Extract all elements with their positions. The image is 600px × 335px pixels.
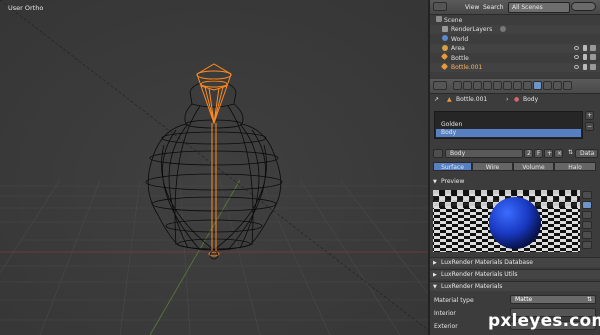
- 3d-viewport[interactable]: User Ortho: [0, 0, 428, 335]
- material-tab-icon[interactable]: [533, 81, 542, 90]
- link-arrows-icon: ⇅: [568, 149, 574, 156]
- lamp-icon: [442, 44, 448, 51]
- outliner-header: View Search All Scenes: [430, 0, 600, 15]
- material-users-count[interactable]: 2: [524, 149, 533, 158]
- watermark-logo: pxleyes.com: [488, 311, 600, 331]
- visibility-eye-icon[interactable]: [574, 64, 579, 69]
- mesh-object-icon: [440, 62, 449, 70]
- collapse-triangle-icon: ▶: [433, 260, 437, 266]
- material-browse-icon[interactable]: [433, 149, 443, 158]
- collapse-triangle-icon: ▶: [433, 272, 437, 278]
- add-slot-button[interactable]: +: [585, 111, 594, 120]
- scene-tab-icon[interactable]: [473, 81, 482, 90]
- physics-tab-icon[interactable]: [563, 81, 572, 90]
- breadcrumb-separator: ›: [506, 96, 509, 103]
- expand-triangle-icon: ▼: [433, 179, 437, 185]
- slot-buttons: + −: [585, 111, 595, 133]
- add-material-button[interactable]: +: [544, 149, 553, 158]
- preview-sphere-button[interactable]: [582, 201, 592, 209]
- render-camera-icon[interactable]: [590, 54, 596, 60]
- properties-panel: ↗ ▲ Bottle.001 › ● Body Golden Body + − …: [430, 79, 600, 335]
- render-camera-icon[interactable]: [590, 44, 596, 51]
- viewport-label: User Ortho: [8, 4, 44, 12]
- selectable-arrow-icon[interactable]: [583, 63, 587, 70]
- layer-icon: [500, 25, 506, 32]
- preview-flat-button[interactable]: [582, 191, 592, 199]
- material-slot-list[interactable]: Golden Body: [434, 111, 583, 139]
- luxrender-utils-section[interactable]: ▶ LuxRender Materials Utils: [430, 269, 600, 279]
- object-breadcrumb-icon: ▲: [447, 96, 452, 103]
- scope-select[interactable]: All Scenes: [508, 2, 570, 13]
- preview-render: [433, 190, 580, 252]
- outliner-row-scene[interactable]: Scene: [430, 15, 600, 25]
- preview-section-header[interactable]: ▼ Preview: [430, 177, 600, 187]
- render-tab-icon[interactable]: [453, 81, 462, 90]
- mesh-object-icon: [440, 52, 449, 61]
- render-camera-icon[interactable]: [590, 63, 596, 70]
- constraints-tab-icon[interactable]: [503, 81, 512, 90]
- tab-surface[interactable]: Surface: [433, 162, 472, 171]
- preview-sphere: [489, 197, 541, 249]
- dropdown-arrows-icon: ⇅: [586, 296, 592, 303]
- breadcrumb-material: Body: [523, 96, 539, 103]
- exterior-label: Exterior: [434, 323, 458, 330]
- material-breadcrumb-icon: ●: [514, 96, 520, 103]
- unlink-material-button[interactable]: ×: [554, 149, 563, 158]
- material-slot-golden[interactable]: Golden: [436, 121, 581, 129]
- interior-label: Interior: [434, 310, 456, 317]
- outliner-row-area[interactable]: Area: [430, 43, 600, 53]
- material-name-field[interactable]: Body: [445, 149, 523, 158]
- world-tab-icon[interactable]: [483, 81, 492, 90]
- link-select[interactable]: Data: [575, 149, 598, 158]
- tab-wire[interactable]: Wire: [472, 162, 513, 171]
- object-tab-icon[interactable]: [493, 81, 502, 90]
- selectable-arrow-icon[interactable]: [583, 54, 587, 60]
- search-input[interactable]: [571, 2, 596, 11]
- editor-type-icon[interactable]: [433, 2, 447, 11]
- renderlayers-icon: [442, 25, 448, 32]
- layers-tab-icon[interactable]: [463, 81, 472, 90]
- preview-hair-button[interactable]: [582, 231, 592, 239]
- material-preview: [433, 190, 580, 252]
- breadcrumb-object: Bottle.001: [456, 96, 488, 103]
- tab-halo[interactable]: Halo: [554, 162, 596, 171]
- preview-cube-button[interactable]: [582, 211, 592, 219]
- outliner-panel: View Search All Scenes Scene RenderLayer…: [430, 0, 600, 78]
- modifiers-tab-icon[interactable]: [513, 81, 522, 90]
- outliner-view-menu[interactable]: View: [465, 4, 479, 11]
- luxrender-materials-section[interactable]: ▼ LuxRender Materials: [430, 281, 600, 291]
- preview-sky-button[interactable]: [582, 241, 592, 249]
- editor-type-icon[interactable]: [433, 81, 447, 90]
- data-tab-icon[interactable]: [523, 81, 532, 90]
- viewport-canvas[interactable]: [0, 0, 428, 335]
- visibility-eye-icon[interactable]: [574, 55, 579, 59]
- material-type-select[interactable]: Matte ⇅: [510, 295, 596, 304]
- outliner-row-world[interactable]: World: [430, 34, 600, 44]
- preview-monkey-button[interactable]: [582, 221, 592, 229]
- luxrender-db-section[interactable]: ▶ LuxRender Materials Database: [430, 257, 600, 267]
- properties-header: [430, 79, 600, 94]
- outliner-row-bottle-001[interactable]: Bottle.001: [430, 62, 600, 72]
- visibility-eye-icon[interactable]: [574, 45, 579, 50]
- material-type-label: Material type: [434, 297, 474, 304]
- particles-tab-icon[interactable]: [553, 81, 562, 90]
- selectable-arrow-icon[interactable]: [583, 44, 587, 51]
- outliner-search-menu[interactable]: Search: [483, 4, 504, 11]
- world-icon: [442, 35, 448, 41]
- tab-volume[interactable]: Volume: [513, 162, 554, 171]
- remove-slot-button[interactable]: −: [585, 122, 594, 131]
- material-slot-body[interactable]: Body: [436, 129, 581, 137]
- outliner-row-bottle[interactable]: Bottle: [430, 52, 600, 63]
- outliner-row-renderlayers[interactable]: RenderLayers: [430, 24, 600, 34]
- fake-user-button[interactable]: F: [534, 149, 543, 158]
- texture-tab-icon[interactable]: [543, 81, 552, 90]
- expand-triangle-icon: ▼: [433, 284, 437, 290]
- scene-icon: [436, 16, 442, 22]
- pin-icon[interactable]: ↗: [434, 96, 439, 103]
